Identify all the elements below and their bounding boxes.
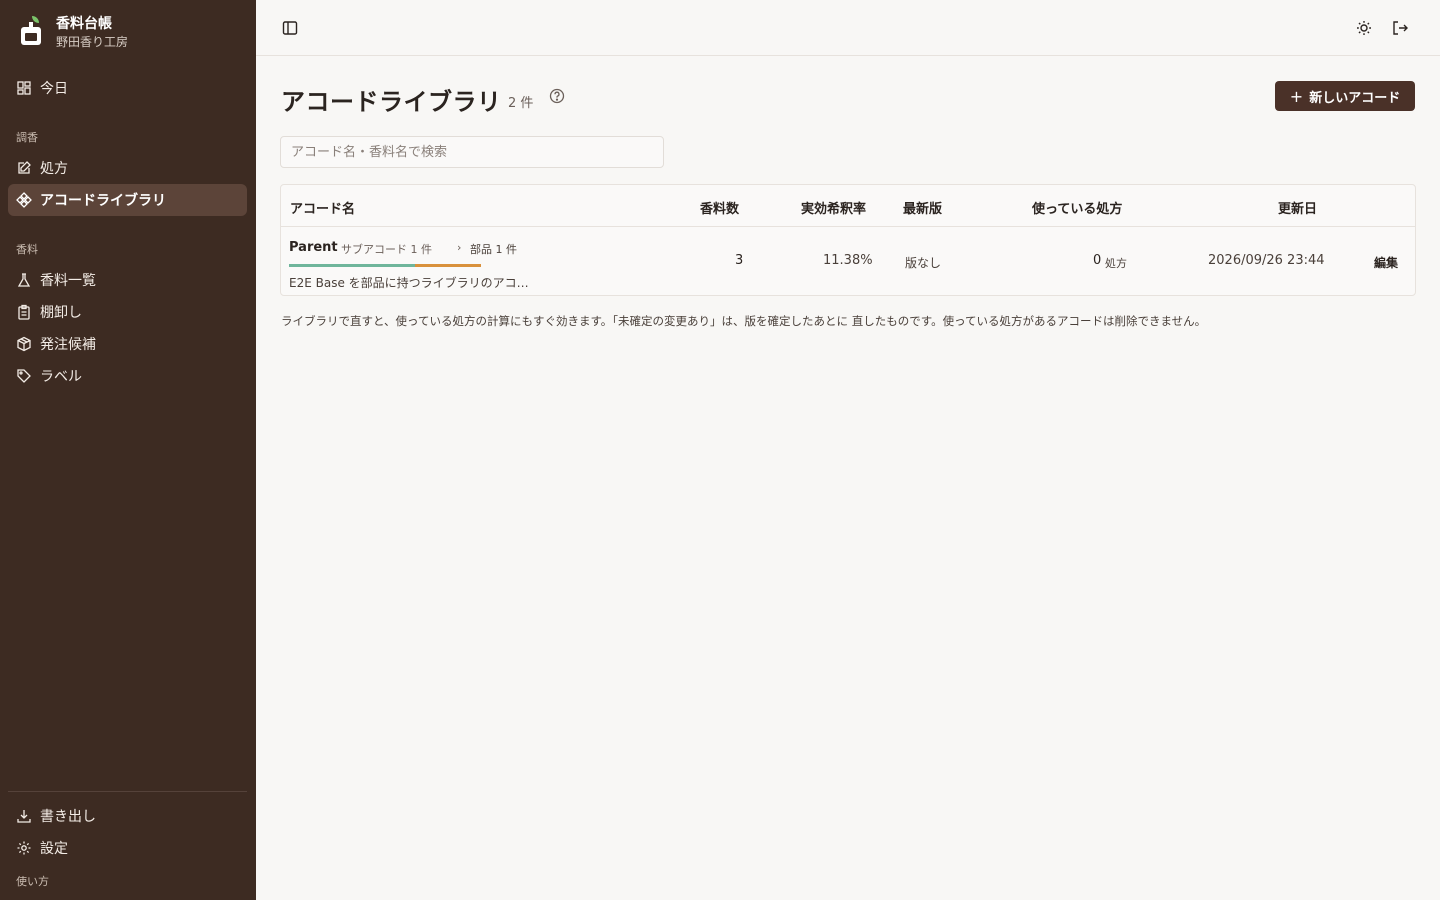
sidebar-item-label: 書き出し [40,809,96,825]
sidebar-item-labels[interactable]: ラベル [8,360,247,392]
sidebar-item-label: アコードライブラリ [40,193,166,209]
topbar [256,0,1440,56]
gear-icon [16,840,32,856]
sidebar-item-label: ラベル [40,369,82,385]
updated-date: 2026/09/26 23:44 [1208,253,1325,268]
sidebar-item-formulas[interactable]: 処方 [8,152,247,184]
sidebar-item-inventory[interactable]: 棚卸し [8,296,247,328]
sidebar-item-label: 処方 [40,161,68,177]
ingredient-count: 3 [735,253,744,268]
composition-bar-segment [415,264,481,267]
chevron-right-icon: › [457,241,462,254]
new-accord-button[interactable]: + 新しいアコード [1275,81,1415,111]
sidebar-item-label: 香料一覧 [40,273,96,289]
column-header-updated[interactable]: 更新日 [1278,198,1317,217]
download-icon [16,808,32,824]
effective-dilution: 11.38% [823,253,873,268]
parts-count: 部品 1 件 [470,243,517,256]
edit-icon [16,160,32,176]
package-icon [16,336,32,352]
composition-bar-segment [289,264,415,267]
sidebar-item-export[interactable]: 書き出し [8,800,247,832]
clipboard-icon [16,304,32,320]
column-header-latest-version[interactable]: 最新版 [903,198,942,217]
app-subtitle: 野田香り工房 [56,35,129,49]
sub-accord-count: サブアコード 1 件 [341,243,432,256]
sidebar-item-settings[interactable]: 設定 [8,832,247,864]
footnote: ライブラリで直すと、使っている処方の計算にもすぐ効きます。「未確定の変更あり」は… [281,314,1207,328]
logout-icon[interactable] [1386,14,1414,42]
accord-count: 2 件 [508,96,534,111]
sidebar-divider [8,791,247,792]
composition-bar [289,264,481,267]
dashboard-icon [16,80,32,96]
latest-version: 版なし [905,256,942,270]
search-input[interactable] [280,136,664,168]
used-in-unit: 処方 [1105,257,1127,270]
sidebar-item-label: 設定 [40,841,68,857]
logo-icon [21,16,41,45]
used-in-count: 0 [1093,253,1102,268]
section-label-blending: 調香 [16,131,38,144]
column-header-effective-dilution[interactable]: 実効希釈率 [801,198,866,217]
sidebar-item-ingredients[interactable]: 香料一覧 [8,264,247,296]
brand[interactable]: 香料台帳 野田香り工房 [18,14,128,50]
page-title: アコードライブラリ [281,88,502,116]
accord-description: E2E Base を部品に持つライブラリのアコ… [289,276,529,290]
theme-toggle-icon[interactable] [1350,14,1378,42]
tag-icon [16,368,32,384]
column-header-used-in[interactable]: 使っている処方 [1032,198,1122,217]
plus-icon: + [1289,86,1304,106]
sidebar: 香料台帳 野田香り工房 今日 調香 処方 アコードライブラリ 香料 香料一覧 棚… [0,0,256,900]
sidebar-item-accord-library[interactable]: アコードライブラリ [8,184,247,216]
accord-table: アコード名 香料数 実効希釈率 最新版 使っている処方 更新日 Parent サ… [280,184,1416,296]
help-circle-icon[interactable] [548,87,566,105]
flask-icon [16,272,32,288]
sidebar-item-label: 今日 [40,81,68,97]
diamond-icon [16,192,32,208]
sidebar-item-label: 棚卸し [40,305,82,321]
app-title: 香料台帳 [56,16,112,32]
sidebar-toggle-icon[interactable] [276,14,304,42]
section-label-ingredients: 香料 [16,243,38,256]
sidebar-item-today[interactable]: 今日 [8,72,247,104]
column-header-ingredient-count[interactable]: 香料数 [700,198,739,217]
table-row[interactable]: Parent サブアコード 1 件 › 部品 1 件 E2E Base を部品に… [281,227,1415,296]
sidebar-item-order-candidates[interactable]: 発注候補 [8,328,247,360]
table-header: アコード名 香料数 実効希釈率 最新版 使っている処方 更新日 [281,185,1415,227]
column-header-name[interactable]: アコード名 [290,198,355,217]
sidebar-item-label: 発注候補 [40,337,96,353]
new-accord-label: 新しいアコード [1309,90,1401,106]
accord-name[interactable]: Parent [289,240,338,255]
edit-button[interactable]: 編集 [1374,254,1398,271]
sidebar-item-help[interactable]: 使い方 [16,873,49,889]
